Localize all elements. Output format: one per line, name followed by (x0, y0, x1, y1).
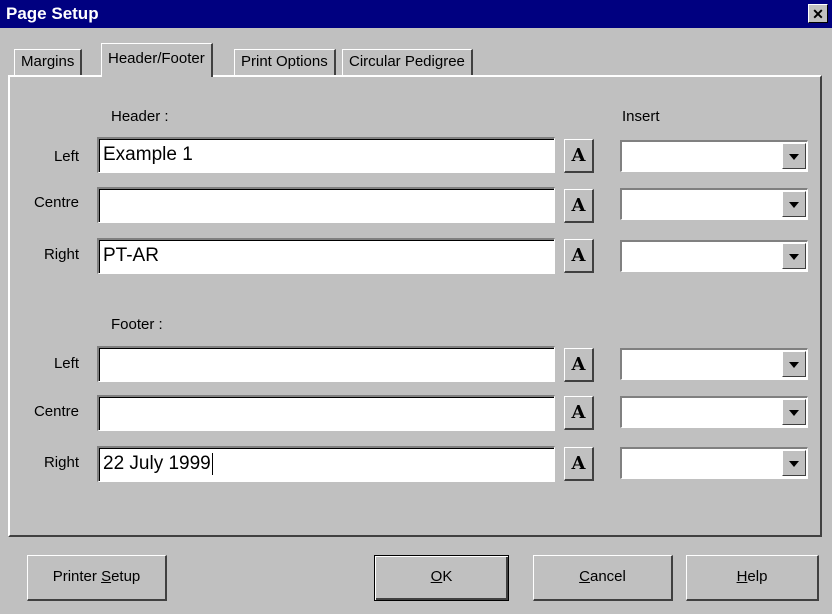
printer-setup-button[interactable]: Printer Setup (27, 555, 167, 601)
footer-centre-insert-select[interactable] (620, 396, 808, 428)
cancel-button[interactable]: Cancel (533, 555, 673, 601)
insert-column-label: Insert (622, 108, 660, 125)
header-right-label: Right (43, 246, 79, 263)
button-label: elp (747, 568, 768, 585)
footer-right-font-button[interactable]: A (564, 447, 594, 481)
footer-left-label: Left (53, 355, 79, 372)
footer-centre-input[interactable] (97, 395, 555, 431)
button-label: K (442, 568, 453, 585)
chevron-down-icon[interactable] (782, 351, 806, 377)
header-centre-input[interactable] (97, 187, 555, 223)
footer-right-label: Right (43, 454, 79, 471)
form-area: Header : Insert Left Example 1 A Centre … (0, 0, 832, 614)
chevron-down-icon[interactable] (782, 243, 806, 269)
chevron-down-icon[interactable] (782, 143, 806, 169)
text-caret (211, 452, 213, 475)
header-right-input[interactable]: PT-AR (97, 238, 555, 274)
footer-left-insert-select[interactable] (620, 348, 808, 380)
footer-left-input[interactable] (97, 346, 555, 382)
accelerator-key: O (430, 568, 443, 585)
chevron-down-icon[interactable] (782, 191, 806, 217)
button-label: etup (111, 568, 141, 585)
header-centre-label: Centre (33, 194, 79, 211)
header-section-label: Header : (111, 108, 169, 125)
footer-right-insert-select[interactable] (620, 447, 808, 479)
header-left-label: Left (53, 148, 79, 165)
accelerator-key: S (101, 568, 112, 585)
button-label: ancel (589, 568, 626, 585)
header-left-font-button[interactable]: A (564, 139, 594, 173)
header-left-insert-select[interactable] (620, 140, 808, 172)
header-right-font-button[interactable]: A (564, 239, 594, 273)
footer-centre-label: Centre (33, 403, 79, 420)
accelerator-key: C (579, 568, 590, 585)
button-label: Printer (52, 568, 102, 585)
help-button[interactable]: Help (686, 555, 819, 601)
header-left-input[interactable]: Example 1 (97, 137, 555, 173)
footer-right-value: 22 July 1999 (103, 453, 211, 474)
header-centre-insert-select[interactable] (620, 188, 808, 220)
accelerator-key: H (736, 568, 748, 585)
chevron-down-icon[interactable] (782, 450, 806, 476)
footer-left-font-button[interactable]: A (564, 348, 594, 382)
header-centre-font-button[interactable]: A (564, 189, 594, 223)
footer-section-label: Footer : (111, 316, 163, 333)
chevron-down-icon[interactable] (782, 399, 806, 425)
header-right-insert-select[interactable] (620, 240, 808, 272)
footer-right-input[interactable]: 22 July 1999 (97, 446, 555, 482)
ok-button[interactable]: OK (374, 555, 509, 601)
footer-centre-font-button[interactable]: A (564, 396, 594, 430)
